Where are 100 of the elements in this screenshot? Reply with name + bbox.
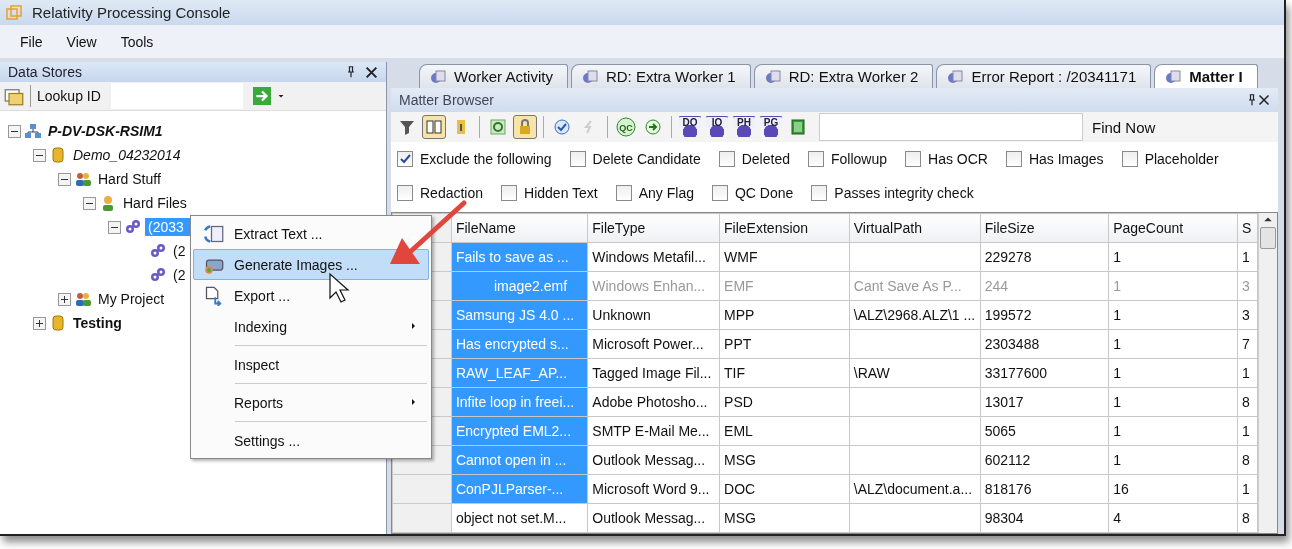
column-header[interactable]: FileSize: [980, 213, 1109, 243]
column-header[interactable]: FileType: [587, 213, 720, 243]
people-icon: [75, 171, 91, 187]
checkbox-label: Hidden Text: [524, 185, 598, 201]
tree-item[interactable]: Hard Stuff: [95, 170, 164, 188]
expander-icon[interactable]: [83, 196, 96, 210]
table-cell: 8: [1237, 387, 1258, 417]
tree-item[interactable]: P-DV-DSK-RSIM1: [45, 122, 166, 140]
table-cell: 1: [1108, 416, 1238, 446]
checkbox[interactable]: [615, 185, 632, 201]
checkbox[interactable]: [1005, 151, 1022, 167]
table-cell: 98304: [980, 503, 1109, 533]
checkbox-label: Has OCR: [928, 151, 988, 167]
expander-icon[interactable]: [108, 220, 121, 234]
table-cell: object not set.M...: [451, 503, 588, 533]
database-icon: [50, 315, 66, 331]
tab[interactable]: Error Report : /20341171: [936, 64, 1152, 88]
tab-icon: [430, 68, 446, 85]
tab-icon: [581, 68, 598, 85]
gears-icon: [125, 219, 141, 235]
person-icon: [100, 195, 116, 211]
menu-item[interactable]: Tools: [108, 33, 166, 50]
menu-item[interactable]: Settings ...: [193, 425, 429, 456]
pin-icon: [345, 65, 357, 79]
search-field[interactable]: [819, 113, 1083, 141]
checkbox[interactable]: [501, 185, 518, 201]
checkbox[interactable]: [905, 151, 921, 167]
tree-item[interactable]: My Project: [95, 290, 168, 308]
table-cell: Encrypted EML2...: [451, 416, 588, 446]
menu-item[interactable]: View: [54, 33, 109, 50]
toolbar-button[interactable]: PH: [732, 116, 756, 138]
tab[interactable]: Worker Activity: [419, 64, 568, 88]
table-cell: 1: [1237, 358, 1258, 388]
toolbar-button[interactable]: PG: [759, 116, 783, 138]
table-cell: Infite loop in freei...: [451, 387, 588, 417]
expander-icon[interactable]: [8, 124, 21, 138]
menu-item[interactable]: Indexing: [193, 311, 429, 342]
toolbar-button[interactable]: [422, 115, 446, 139]
checkbox[interactable]: [1121, 151, 1138, 167]
table-cell: 818176: [980, 474, 1109, 504]
menu-item[interactable]: Reports: [193, 387, 429, 418]
checkbox[interactable]: [811, 185, 828, 201]
expander-icon[interactable]: [33, 316, 46, 330]
table-cell: Tagged Image Fil...: [587, 358, 720, 388]
table-cell: PSD: [719, 387, 850, 417]
table-cell: 3: [1237, 300, 1258, 330]
column-header[interactable]: FileExtension: [719, 213, 850, 243]
table-cell: Fails to save as ...: [451, 242, 588, 272]
close-icon: [365, 65, 378, 79]
expander-icon[interactable]: [33, 148, 46, 162]
tree-item[interactable]: Testing: [70, 314, 125, 332]
table-cell: EMF: [719, 271, 850, 301]
scroll-thumb[interactable]: [1260, 227, 1276, 249]
lookup-label: Lookup ID: [37, 88, 101, 104]
tree-item[interactable]: (2: [170, 266, 189, 284]
menu-item[interactable]: Export ...: [193, 280, 429, 311]
find-now-button[interactable]: Find Now: [1086, 118, 1156, 136]
menu-item[interactable]: Inspect: [193, 349, 429, 380]
table-cell: Outlook Messag...: [587, 503, 720, 533]
table-cell: Outlook Messag...: [587, 445, 720, 475]
filter-icon: [399, 119, 415, 135]
checkbox[interactable]: [397, 151, 413, 167]
toolbar-button[interactable]: [513, 115, 537, 139]
table-cell: 1: [1108, 387, 1238, 417]
table-cell: 5065: [980, 416, 1109, 446]
checkbox[interactable]: [808, 151, 824, 167]
tab[interactable]: RD: Extra Worker 1: [570, 64, 751, 88]
scrollbar[interactable]: [1258, 213, 1277, 533]
table-cell: TIF: [719, 358, 850, 388]
column-header[interactable]: VirtualPath: [849, 213, 981, 243]
menu-item[interactable]: File: [8, 33, 55, 50]
table-cell: 1: [1108, 358, 1238, 388]
toolbar-button[interactable]: DO: [678, 116, 702, 138]
lookup-field[interactable]: [110, 83, 243, 109]
table-cell: \ALZ\document.a...: [849, 474, 981, 504]
check-circle-icon: [554, 119, 570, 135]
menu-item[interactable]: Extract Text ...: [193, 218, 429, 249]
column-header[interactable]: FileName: [451, 213, 588, 243]
checkbox-label: Followup: [831, 151, 887, 167]
checkbox[interactable]: [397, 185, 413, 201]
expander-icon[interactable]: [58, 292, 71, 306]
folders-icon: [4, 86, 24, 106]
tab[interactable]: RD: Extra Worker 2: [753, 64, 934, 88]
refresh-icon: [490, 119, 506, 135]
toolbar-button[interactable]: QC: [614, 115, 638, 139]
menu-item[interactable]: Generate Images ...: [193, 249, 429, 280]
column-header[interactable]: PageCount: [1108, 213, 1238, 243]
checkbox[interactable]: [569, 151, 586, 167]
table-cell: 1: [1237, 242, 1258, 272]
pin-icon: [1246, 93, 1258, 107]
tab[interactable]: Matter I: [1154, 64, 1258, 88]
expander-icon[interactable]: [58, 172, 71, 186]
column-header[interactable]: S: [1237, 213, 1258, 243]
tree-item[interactable]: Hard Files: [120, 194, 190, 212]
checkbox[interactable]: [712, 185, 728, 201]
database-icon: [50, 147, 66, 163]
checkbox-label: Deleted: [741, 151, 790, 167]
tree-item[interactable]: (2: [170, 242, 189, 260]
checkbox[interactable]: [718, 151, 735, 167]
tree-item[interactable]: Demo_04232014: [70, 146, 184, 164]
